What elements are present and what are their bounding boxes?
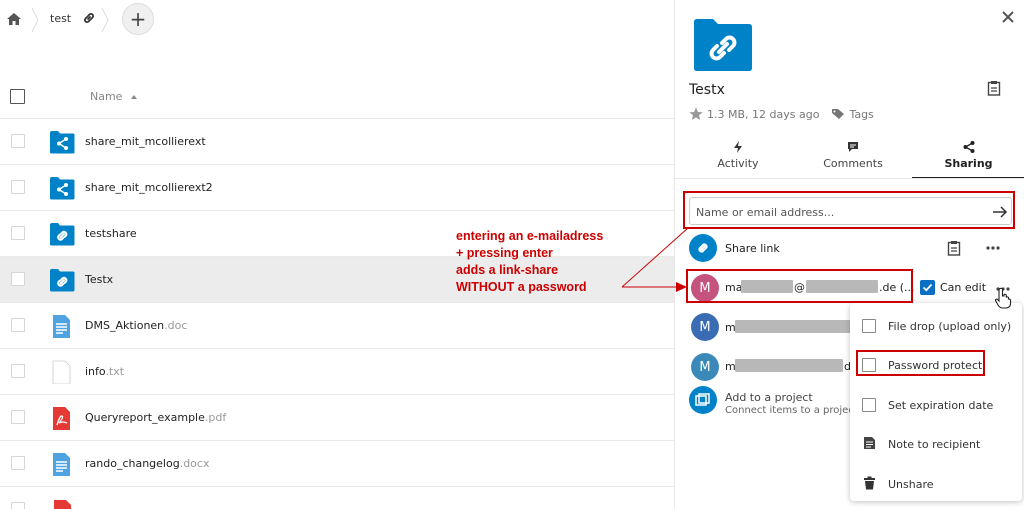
- breadcrumb: test +: [0, 0, 674, 40]
- share-link-label[interactable]: Share link: [725, 242, 780, 255]
- text-file-icon: [52, 360, 71, 384]
- redacted-text: [806, 280, 878, 293]
- hand-cursor-icon: [994, 287, 1012, 309]
- pdf-file-icon: [54, 500, 71, 509]
- row-checkbox[interactable]: [11, 502, 25, 509]
- share-icon: [963, 141, 975, 153]
- file-name[interactable]: share_mit_mcollierext2: [85, 181, 213, 194]
- arrow-right-icon[interactable]: [992, 204, 1008, 220]
- pdf-file-icon: [53, 407, 70, 430]
- comment-icon: [848, 142, 858, 152]
- menu-item-set-expiration[interactable]: Set expiration date: [850, 384, 1022, 422]
- file-drop-checkbox[interactable]: [862, 319, 876, 333]
- tags-button[interactable]: Tags: [849, 108, 873, 121]
- row-checkbox[interactable]: [11, 272, 25, 286]
- menu-item-unshare[interactable]: Unshare: [850, 463, 1022, 501]
- redacted-text: [741, 280, 793, 293]
- row-checkbox[interactable]: [11, 364, 25, 378]
- expiration-checkbox[interactable]: [862, 398, 876, 412]
- flash-icon: [734, 141, 742, 153]
- file-title: Testx: [689, 82, 725, 98]
- tag-icon: [832, 109, 845, 119]
- share-link-avatar: [689, 234, 717, 262]
- row-checkbox[interactable]: [11, 410, 25, 424]
- table-row[interactable]: [0, 487, 674, 509]
- can-edit-checkbox[interactable]: [920, 280, 935, 295]
- shared-folder-icon: [50, 131, 75, 154]
- chevron-right-icon: [101, 7, 109, 33]
- link-folder-icon: [694, 19, 752, 71]
- menu-item-note[interactable]: Note to recipient: [850, 423, 1022, 461]
- clipboard-icon[interactable]: [947, 240, 961, 256]
- share-input-box: [689, 197, 1012, 225]
- trash-icon: [864, 476, 875, 490]
- link-folder-icon: [50, 223, 75, 246]
- share-user-name: ma: [725, 281, 743, 294]
- tab-activity[interactable]: Activity: [680, 135, 796, 179]
- row-checkbox[interactable]: [11, 456, 25, 470]
- name-column-header[interactable]: Name: [90, 90, 122, 103]
- tab-sharing[interactable]: Sharing: [912, 135, 1024, 179]
- star-icon[interactable]: [689, 107, 703, 121]
- sidebar-tabs: Activity Comments Sharing: [675, 135, 1024, 179]
- file-name[interactable]: share_mit_mcollierext: [85, 135, 206, 148]
- document-icon: [53, 315, 70, 338]
- table-row[interactable]: share_mit_mcollierext: [0, 119, 674, 165]
- redacted-text: [735, 320, 851, 333]
- link-icon[interactable]: [82, 11, 96, 25]
- user-avatar: M: [691, 313, 719, 341]
- file-name[interactable]: rando_changelog.docx: [85, 457, 209, 470]
- close-icon[interactable]: [1001, 10, 1015, 24]
- add-new-button[interactable]: +: [122, 3, 154, 35]
- tab-comments[interactable]: Comments: [795, 135, 911, 179]
- can-edit-label[interactable]: Can edit: [940, 281, 986, 294]
- table-row[interactable]: share_mit_mcollierext2: [0, 165, 674, 211]
- file-name[interactable]: testshare: [85, 227, 137, 240]
- checkmark-icon: [922, 283, 933, 292]
- file-list-header: Name: [0, 74, 674, 119]
- share-options-menu: File drop (upload only) Password protect…: [850, 303, 1022, 501]
- add-to-project-button[interactable]: Add to a project: [725, 391, 813, 404]
- more-options-icon[interactable]: [986, 246, 1000, 250]
- table-row[interactable]: rando_changelog.docx: [0, 441, 674, 487]
- document-icon: [53, 453, 70, 476]
- menu-item-password-protect[interactable]: Password protect: [850, 344, 1022, 382]
- breadcrumb-folder[interactable]: test: [50, 12, 71, 25]
- file-name[interactable]: DMS_Aktionen.doc: [85, 319, 187, 332]
- file-meta: 1.3 MB, 12 days ago Tags: [689, 107, 874, 121]
- project-description: Connect items to a project t: [725, 405, 865, 416]
- row-checkbox[interactable]: [11, 318, 25, 332]
- file-name[interactable]: info.txt: [85, 365, 124, 378]
- project-avatar: [689, 386, 717, 414]
- file-name[interactable]: Queryreport_example.pdf: [85, 411, 226, 424]
- annotation-text: entering an e-mailadress + pressing ente…: [456, 229, 604, 294]
- shared-folder-icon: [50, 177, 75, 200]
- home-icon[interactable]: [6, 11, 22, 27]
- row-checkbox[interactable]: [11, 134, 25, 148]
- select-all-checkbox[interactable]: [10, 89, 25, 104]
- password-protect-checkbox[interactable]: [862, 358, 876, 372]
- note-icon: [864, 437, 875, 449]
- table-row[interactable]: Queryreport_example.pdf: [0, 395, 674, 441]
- table-row[interactable]: DMS_Aktionen.doc: [0, 303, 674, 349]
- user-avatar: M: [691, 353, 719, 381]
- projects-icon: [695, 393, 710, 406]
- share-search-input[interactable]: [696, 202, 976, 222]
- link-icon: [698, 243, 708, 253]
- clipboard-icon[interactable]: [987, 80, 1001, 96]
- redacted-text: [735, 359, 843, 372]
- file-name[interactable]: Testx: [85, 273, 113, 286]
- user-avatar: M: [691, 274, 719, 302]
- sort-ascending-icon: [131, 95, 137, 99]
- row-checkbox[interactable]: [11, 180, 25, 194]
- menu-item-file-drop[interactable]: File drop (upload only): [850, 305, 1022, 343]
- table-row[interactable]: info.txt: [0, 349, 674, 395]
- chevron-right-icon: [31, 7, 39, 33]
- row-checkbox[interactable]: [11, 226, 25, 240]
- link-folder-icon: [50, 269, 75, 292]
- tabs-divider: [675, 178, 1024, 179]
